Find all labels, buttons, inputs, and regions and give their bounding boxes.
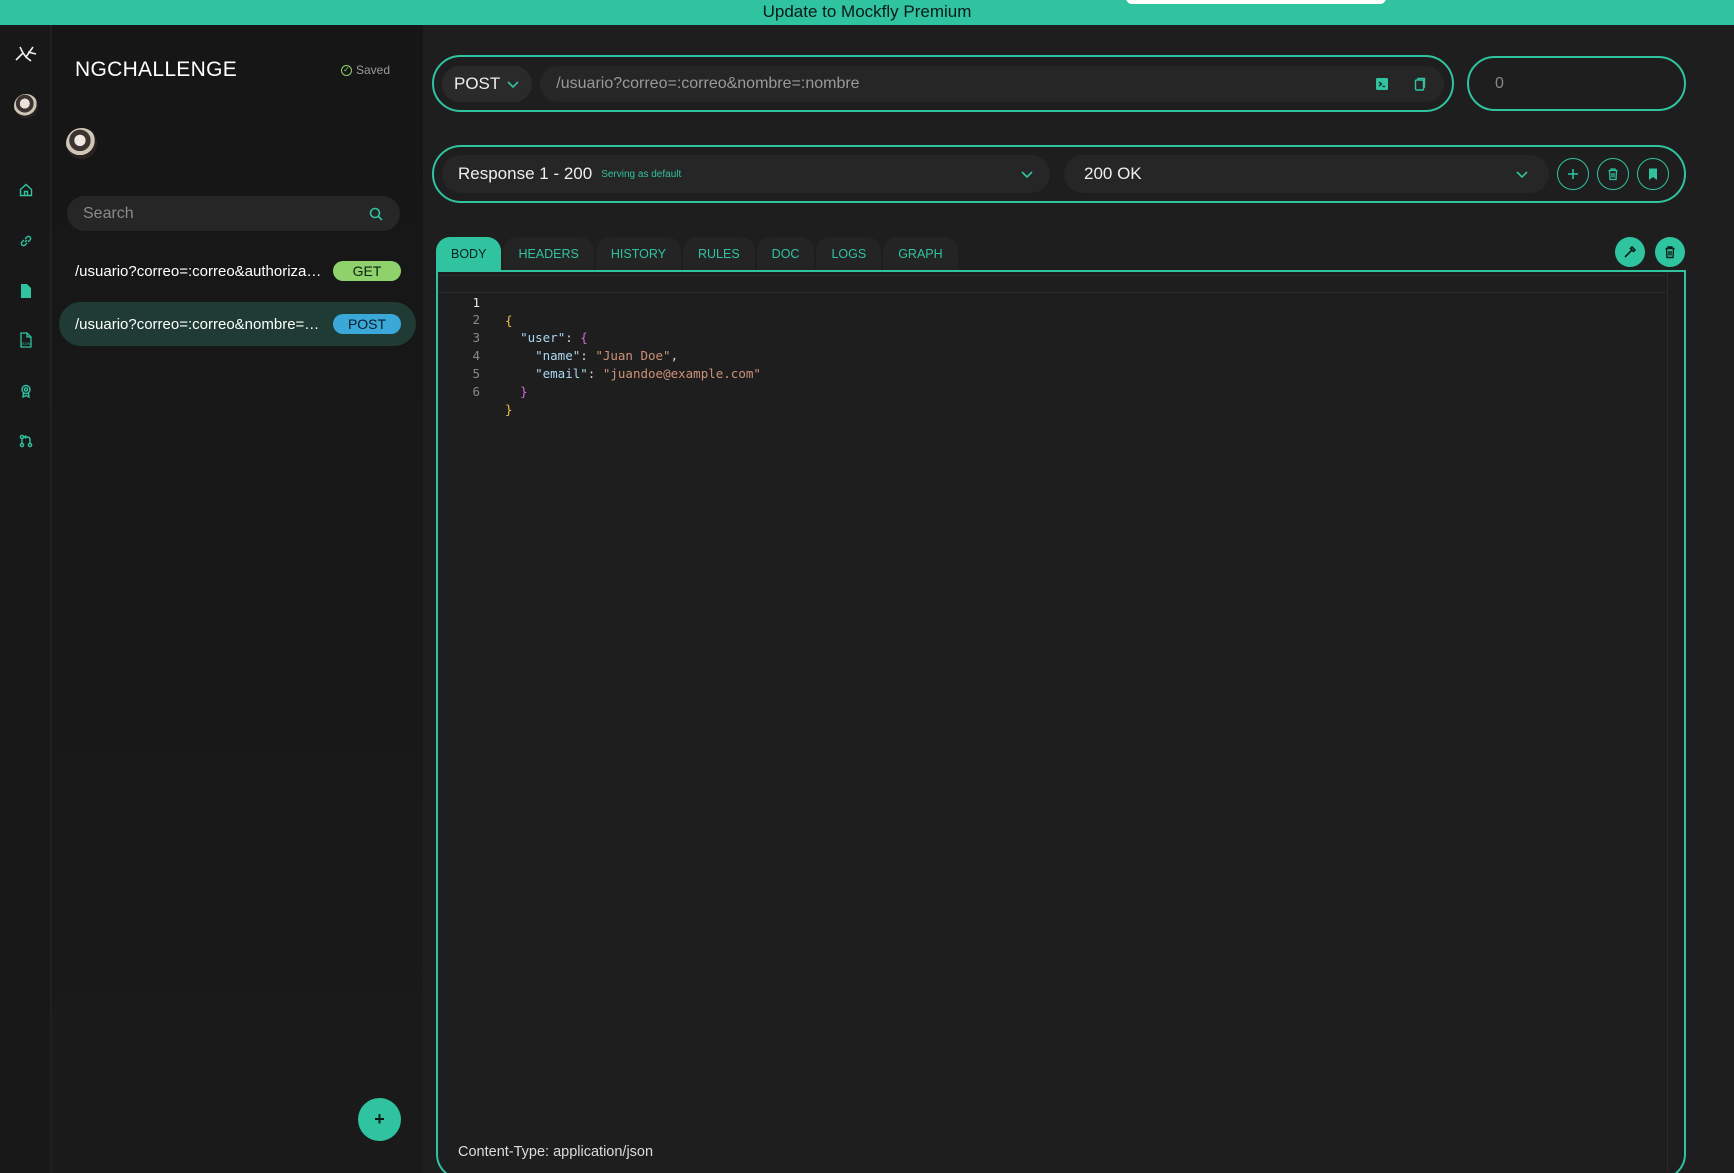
chevron-down-icon xyxy=(1021,171,1033,179)
request-url-bar: POST /usuario?correo=:correo&nombre=:nom… xyxy=(432,55,1454,112)
response-bar: Response 1 - 200 Serving as default 200 … xyxy=(432,145,1686,203)
search-box xyxy=(67,196,400,231)
code-line: 3 "name": "Juan Doe", xyxy=(438,311,1666,363)
check-circle-icon: ✓ xyxy=(341,64,352,76)
code-token: } xyxy=(520,384,528,399)
tab-logs[interactable]: LOGS xyxy=(816,237,882,271)
home-icon[interactable] xyxy=(0,176,51,204)
chevron-down-icon xyxy=(507,80,519,88)
url-field[interactable]: /usuario?correo=:correo&nombre=:nombre xyxy=(540,65,1444,102)
search-icon[interactable] xyxy=(368,206,384,222)
code-line: 1 { xyxy=(438,275,1666,328)
code-line: 5 } xyxy=(438,347,1666,399)
saved-status: ✓ Saved xyxy=(341,63,390,77)
add-response-button[interactable] xyxy=(1557,158,1589,190)
endpoint-item[interactable]: /usuario?correo=:correo&authorizati... G… xyxy=(59,249,416,293)
tab-history[interactable]: HISTORY xyxy=(595,237,681,271)
copy-icon[interactable] xyxy=(1412,76,1428,92)
endpoints-sidebar: NGCHALLENGE ✓ Saved /usuario?correo=:cor… xyxy=(52,25,423,1173)
tab-doc[interactable]: DOC xyxy=(756,237,815,271)
line-number: 6 xyxy=(472,384,480,399)
file-icon[interactable] xyxy=(0,277,51,305)
tab-graph[interactable]: GRAPH xyxy=(883,237,958,271)
trash-icon xyxy=(1608,168,1618,181)
body-editor[interactable]: 1 { 2 "user": { 3 "name": "Juan Doe", 4 … xyxy=(436,270,1686,1173)
json-file-icon[interactable]: JSON xyxy=(0,326,51,354)
status-code-select[interactable]: 200 OK xyxy=(1064,155,1549,193)
git-branch-icon[interactable] xyxy=(0,427,51,455)
status-code-label: 200 OK xyxy=(1084,164,1142,183)
tab-headers[interactable]: HEADERS xyxy=(503,237,594,271)
award-icon[interactable] xyxy=(0,377,51,405)
project-title: NGCHALLENGE xyxy=(75,58,238,81)
code-line: 6 } xyxy=(438,365,1666,417)
search-input[interactable] xyxy=(83,204,368,223)
tab-body[interactable]: BODY xyxy=(436,237,502,271)
response-select[interactable]: Response 1 - 200 Serving as default xyxy=(442,155,1050,193)
method-select[interactable]: POST xyxy=(442,65,533,102)
format-button[interactable] xyxy=(1615,237,1645,267)
mockfly-logo-icon[interactable] xyxy=(0,41,51,69)
method-badge-get: GET xyxy=(333,261,401,281)
serving-default-label: Serving as default xyxy=(601,168,682,180)
svg-text:JSON: JSON xyxy=(20,342,30,346)
endpoint-path: /usuario?correo=:correo&nombre=:n... xyxy=(75,315,323,333)
trash-icon xyxy=(1665,246,1675,259)
link-icon[interactable] xyxy=(0,227,51,255)
method-label: POST xyxy=(454,73,501,93)
delay-input[interactable]: 0 xyxy=(1467,56,1686,111)
editor-actions xyxy=(1615,237,1685,267)
tab-rules[interactable]: RULES xyxy=(682,237,755,271)
chevron-down-icon xyxy=(1516,171,1528,179)
response-name: Response 1 - 200 xyxy=(458,164,593,183)
banner-pill xyxy=(1126,0,1386,4)
bookmark-icon xyxy=(1649,168,1657,180)
code-area[interactable]: 1 { 2 "user": { 3 "name": "Juan Doe", 4 … xyxy=(438,272,1668,1172)
upgrade-banner[interactable]: Update to Mockfly Premium xyxy=(0,0,1734,25)
content-type-label: Content-Type: application/json xyxy=(458,1144,654,1160)
icon-rail: JSON xyxy=(0,25,51,1173)
terminal-icon[interactable] xyxy=(1374,76,1390,92)
saved-label: Saved xyxy=(356,63,391,77)
clear-body-button[interactable] xyxy=(1655,237,1685,267)
delete-response-button[interactable] xyxy=(1597,158,1629,190)
add-endpoint-button[interactable]: + xyxy=(358,1098,401,1141)
code-line: 4 "email": "juandoe@example.com" xyxy=(438,329,1666,381)
editor-tabs: BODY HEADERS HISTORY RULES DOC LOGS GRAP… xyxy=(436,237,958,271)
code-token: } xyxy=(505,402,513,417)
url-text[interactable]: /usuario?correo=:correo&nombre=:nombre xyxy=(556,75,1352,93)
plus-icon xyxy=(1568,169,1578,179)
magic-wand-icon xyxy=(1624,245,1637,258)
upgrade-banner-text[interactable]: Update to Mockfly Premium xyxy=(763,2,972,21)
delay-value[interactable]: 0 xyxy=(1495,75,1504,93)
method-badge-post: POST xyxy=(333,314,401,334)
bookmark-response-button[interactable] xyxy=(1637,158,1669,190)
endpoint-path: /usuario?correo=:correo&authorizati... xyxy=(75,262,323,280)
endpoint-item-active[interactable]: /usuario?correo=:correo&nombre=:n... POS… xyxy=(59,302,416,346)
project-avatar[interactable] xyxy=(66,128,97,159)
code-line: 2 "user": { xyxy=(438,293,1666,345)
user-avatar[interactable] xyxy=(0,92,51,120)
